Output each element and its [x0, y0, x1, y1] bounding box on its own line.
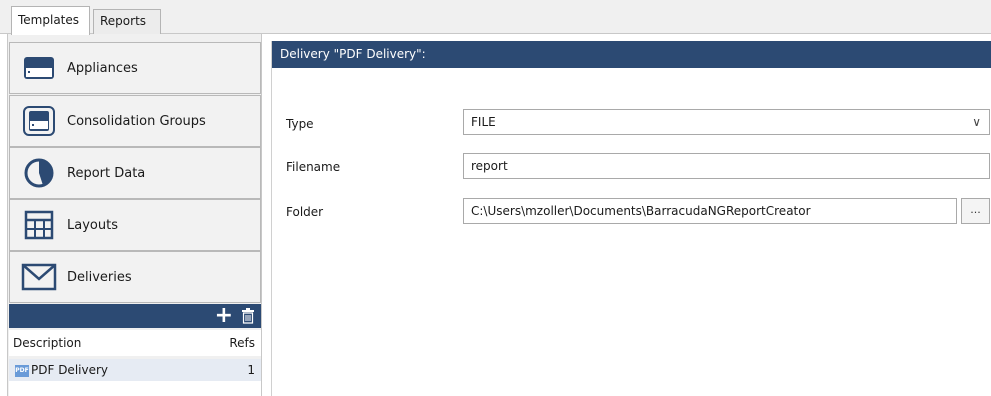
list-item-refs: 1: [247, 363, 255, 377]
nav-deliveries-button[interactable]: Deliveries: [9, 251, 261, 303]
trash-icon[interactable]: [241, 308, 255, 324]
pdf-file-icon: PDF: [15, 365, 29, 377]
nav-consolidation-groups-label: Consolidation Groups: [67, 113, 206, 129]
tab-reports[interactable]: Reports: [93, 9, 161, 34]
type-select-value: FILE: [471, 115, 496, 129]
consolidation-group-icon: [21, 103, 57, 139]
nav-report-data-button[interactable]: Report Data: [9, 147, 261, 199]
nav-layouts-label: Layouts: [67, 217, 118, 233]
folder-label: Folder: [286, 205, 324, 219]
column-header-refs[interactable]: Refs: [229, 336, 255, 350]
panel-header: Delivery "PDF Delivery":: [272, 41, 991, 68]
tab-templates[interactable]: Templates: [11, 6, 90, 35]
nav-appliances-button[interactable]: Appliances: [9, 42, 261, 94]
appliance-icon: [21, 50, 57, 86]
folder-input[interactable]: C:\Users\mzoller\Documents\BarracudaNGRe…: [463, 198, 957, 224]
list-toolbar: +: [9, 304, 261, 328]
nav-appliances-label: Appliances: [67, 60, 138, 76]
filename-input[interactable]: report: [463, 153, 990, 179]
left-sidebar: Appliances Consolidation Groups Report D…: [7, 34, 262, 396]
list-item-name: PDF Delivery: [31, 363, 109, 377]
chevron-down-icon[interactable]: ∨: [972, 110, 981, 134]
list-header: Description Refs: [9, 330, 261, 356]
nav-layouts-button[interactable]: Layouts: [9, 199, 261, 251]
nav-consolidation-groups-button[interactable]: Consolidation Groups: [9, 95, 261, 147]
list-item[interactable]: PDF PDF Delivery 1: [9, 359, 261, 381]
tab-strip: Templates Reports: [0, 0, 991, 35]
column-header-description[interactable]: Description: [13, 336, 81, 350]
nav-report-data-label: Report Data: [67, 165, 146, 181]
list-empty-area: [9, 381, 261, 396]
grid-layout-icon: [21, 207, 57, 243]
envelope-icon: [21, 259, 57, 295]
browse-folder-button[interactable]: ...: [961, 198, 990, 224]
add-icon[interactable]: +: [215, 304, 233, 328]
delivery-detail-panel: Delivery "PDF Delivery": Type FILE ∨ Fil…: [271, 41, 991, 396]
pie-chart-icon: [21, 155, 57, 191]
filename-label: Filename: [286, 160, 341, 174]
type-select[interactable]: FILE ∨: [463, 109, 990, 135]
nav-deliveries-label: Deliveries: [67, 269, 132, 285]
type-label: Type: [286, 117, 314, 131]
